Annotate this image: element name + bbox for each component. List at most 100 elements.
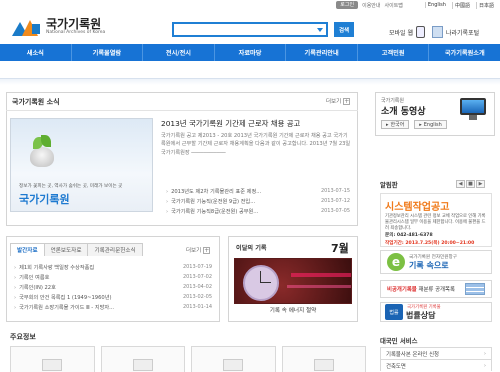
banner-text-highlight: 비공개기록물 [387, 287, 417, 293]
main-info-row [10, 346, 366, 372]
lang-japanese[interactable]: 日本語 [475, 1, 496, 9]
plant-icon [27, 133, 57, 167]
nav-records[interactable]: 기록물열람 [72, 44, 144, 61]
logo-subtitle: National Archives of Korea [46, 30, 106, 35]
law-badge-icon: 법률 [385, 304, 403, 320]
mobile-web-label: 모바일 웹 [389, 29, 413, 37]
prev-icon[interactable]: ◀ [456, 180, 465, 188]
archive-portal-link[interactable]: 나라기록포털 [432, 26, 479, 38]
info-box[interactable] [100, 346, 185, 372]
publications-tabs: 발간자료 언론보도자료 기록관리문헌소식 [10, 243, 143, 256]
list-item-date: 2013-07-19 [182, 264, 212, 270]
nav-resources[interactable]: 자료마당 [215, 44, 287, 61]
service-item-label: 건축도면 [386, 363, 406, 370]
notice-desc: 기관정보관리 시스템 관련 정보 교체 작업으로 인해 기록물관리시스템 일부 … [385, 214, 486, 231]
info-box[interactable] [10, 346, 95, 372]
search-input[interactable] [172, 22, 328, 37]
main-info-title: 주요정보 [10, 333, 36, 341]
notice-card[interactable]: 시스템작업공고 기관정보관리 시스템 관련 정보 교체 작업으로 인해 기록물관… [380, 193, 492, 247]
archive-portal-label: 나라기록포털 [446, 29, 480, 37]
publications-more-link[interactable]: 더보기 + [186, 246, 211, 254]
pr-sub: 국가기록원 [381, 98, 405, 104]
list-item-date: 2013-07-02 [182, 274, 212, 280]
banner-sub: 국가기록원 전자민원창구 [409, 254, 457, 260]
banner-text: 비공개기록물 재분류 공개목록 [387, 285, 455, 293]
list-item-title: 제1회 기록사랑 백일장 수상작품집 [19, 264, 95, 271]
record-caption[interactable]: 기록 속 에너지 절약 [234, 306, 352, 314]
services-title: 대국민 서비스 [380, 337, 418, 345]
list-item[interactable]: › 2013년도 제2차 기록물관리 표준 제정... 2013-07-15 [166, 186, 350, 196]
logo-title: 국가기록원 [46, 17, 102, 31]
info-box[interactable] [191, 346, 276, 372]
documents-icon [465, 283, 485, 295]
list-item-date: 2013-01-14 [182, 304, 212, 310]
notice-phone: 문의: 042-481-6378 [385, 233, 433, 238]
clock-icon [243, 265, 279, 301]
tab-literature[interactable]: 기록관리문헌소식 [87, 243, 143, 256]
sitemap-link[interactable]: 사이트맵 [385, 2, 403, 9]
notice-title: 알림판 [380, 181, 398, 189]
stop-icon[interactable]: ■ [466, 180, 475, 188]
list-item-title: 2013년도 제2차 기록물관리 표준 제정... [171, 188, 262, 195]
list-item[interactable]: › 제1회 기록사랑 백일장 수상작품집 2013-07-19 [14, 262, 212, 272]
news-body: 국가기록원 공고 제2013 - 20호 2013년 국가기록원 기간제 근로자… [161, 133, 351, 156]
e-records-banner[interactable]: e 국가기록원 전자민원창구 기록 속으로 [380, 250, 492, 274]
news-list: › 2013년도 제2차 기록물관리 표준 제정... 2013-07-15 › 국… [166, 186, 350, 216]
chevron-right-icon: › [483, 350, 486, 357]
list-item[interactable]: › 기록인 여름호 2013-07-02 [14, 272, 212, 282]
pr-english-label: English [423, 121, 442, 128]
list-item-date: 2013-02-05 [182, 294, 212, 300]
service-item[interactable]: 기록물사본 온라인 신청 › [380, 347, 492, 359]
lang-english[interactable]: English [424, 2, 448, 8]
divider [0, 79, 500, 85]
pr-korean-label: 한국어 [390, 122, 405, 128]
info-box[interactable] [281, 346, 366, 372]
tab-publications[interactable]: 발간자료 [10, 243, 45, 256]
record-image[interactable] [234, 258, 352, 304]
news-more-link[interactable]: 더보기 + [326, 97, 351, 105]
services-list: 기록물사본 온라인 신청 › 건축도면 › [380, 347, 492, 371]
record-of-month-title: 이달의 기록 [236, 245, 267, 252]
logo-mark-icon [12, 18, 42, 36]
next-icon[interactable]: ▶ [476, 180, 485, 188]
chevron-down-icon[interactable] [317, 27, 323, 32]
nav-news[interactable]: 새소식 [0, 44, 72, 61]
nav-customer[interactable]: 고객민원 [358, 44, 430, 61]
list-item-title: 국무회의 안건 목록집 1 (1949~1960년) [19, 294, 112, 301]
plus-icon: + [343, 97, 351, 105]
notice-period: 작업기간: 2013.7.25(목) 20:00~21:00 [385, 241, 475, 246]
record-month: 7월 [331, 242, 349, 255]
tab-press[interactable]: 언론보도자료 [43, 243, 89, 256]
banner-main: 기록 속으로 [409, 260, 449, 270]
nav-exhibition[interactable]: 전시/전시 [143, 44, 215, 61]
list-item-title: 국가기록원 기능직8급(운전원) 공무원... [171, 208, 259, 215]
publications-list: › 제1회 기록사랑 백일장 수상작품집 2013-07-19 › 기록인 여름호 … [14, 262, 212, 312]
login-link[interactable]: 로그인 [336, 1, 359, 9]
news-image[interactable]: 정보가 꽃피는 곳, 역사가 숨쉬는 곳, 미래가 보이는 곳 국가기록원 [10, 118, 153, 212]
list-item[interactable]: › 국무회의 안건 목록집 1 (1949~1960년) 2013-02-05 [14, 292, 212, 302]
news-headline[interactable]: 2013년 국가기록원 기간제 근로자 채용 공고 [161, 118, 300, 129]
pr-korean-button[interactable]: ▸ 한국어 [381, 120, 410, 129]
list-item[interactable]: › 기록인(IN) 22호 2013-04-02 [14, 282, 212, 292]
legal-consult-banner[interactable]: 법률 국가기록원 기록물 법률상담 [380, 302, 492, 322]
list-item[interactable]: › 국가기록원 기능직8급(운전원) 공무원... 2013-07-05 [166, 206, 350, 216]
list-item[interactable]: › 국가기록원 소장기록물 가이드 Ⅲ - 지방자... 2013-01-14 [14, 302, 212, 312]
site-logo[interactable]: 국가기록원 National Archives of Korea [12, 18, 105, 36]
guide-link[interactable]: 이용안내 [362, 2, 380, 9]
lang-chinese[interactable]: 中國語 [451, 1, 472, 9]
search-button[interactable]: 검색 [334, 22, 354, 37]
notice-headline: 시스템작업공고 [385, 202, 450, 213]
pr-english-button[interactable]: ▸ English [414, 120, 447, 129]
service-item[interactable]: 건축도면 › [380, 359, 492, 371]
closed-records-banner[interactable]: 비공개기록물 재분류 공개목록 [380, 280, 492, 298]
list-item-date: 2013-07-05 [320, 208, 350, 214]
e-logo-icon: e [387, 253, 405, 271]
news-slogan: 정보가 꽃피는 곳, 역사가 숨쉬는 곳, 미래가 보이는 곳 [19, 184, 123, 189]
list-item[interactable]: › 국가기록원 기능직(운전원 9급) 전입... 2013-07-12 [166, 196, 350, 206]
mobile-web-link[interactable]: 모바일 웹 [389, 26, 425, 38]
list-item-date: 2013-04-02 [182, 284, 212, 290]
main-nav: 새소식 기록물열람 전시/전시 자료마당 기록관리안내 고객민원 국가기록원소개 [0, 44, 500, 61]
nav-records-management[interactable]: 기록관리안내 [286, 44, 358, 61]
banner-text-rest: 재분류 공개목록 [416, 287, 455, 293]
nav-about[interactable]: 국가기록원소개 [429, 44, 500, 61]
